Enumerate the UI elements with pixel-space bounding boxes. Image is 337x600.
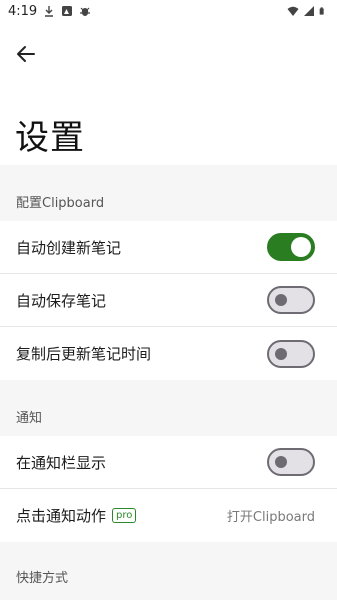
setting-label: 点击通知动作 — [16, 507, 107, 525]
download-icon — [45, 6, 54, 17]
setting-value: 打开Clipboard — [226, 510, 315, 525]
auto-create-switch[interactable] — [267, 233, 315, 261]
setting-label: 复制后更新笔记时间 — [16, 345, 152, 363]
setting-label: 自动保存笔记 — [16, 291, 107, 310]
signal-icon — [304, 6, 314, 16]
wifi-icon — [287, 6, 299, 16]
arrow-left-icon — [17, 46, 35, 62]
app-bar: 设置 — [0, 22, 337, 165]
setting-label: 在通知栏显示 — [16, 453, 107, 472]
status-bar: 4:19 — [0, 0, 337, 22]
setting-row-show-in-notification-bar[interactable]: 在通知栏显示 — [0, 436, 337, 488]
update-time-switch[interactable] — [267, 339, 315, 368]
setting-label-with-badge: 点击通知动作 pro — [16, 505, 137, 526]
auto-save-switch[interactable] — [267, 286, 315, 314]
section-header-shortcuts: 快捷方式 — [16, 571, 69, 586]
status-time: 4:19 — [8, 3, 38, 19]
setting-row-auto-save[interactable]: 自动保存笔记 — [0, 273, 337, 326]
setting-row-notification-tap-action[interactable]: 点击通知动作 pro 打开Clipboard — [0, 488, 337, 542]
setting-row-auto-create[interactable]: 自动创建新笔记 — [0, 221, 337, 273]
section-header-configure: 配置Clipboard — [16, 196, 105, 211]
setting-label: 自动创建新笔记 — [16, 238, 122, 257]
switch-thumb — [275, 294, 287, 306]
pro-badge: pro — [112, 508, 137, 523]
setting-row-update-time[interactable]: 复制后更新笔记时间 — [0, 326, 337, 380]
switch-thumb — [275, 456, 287, 468]
bug-icon — [80, 7, 91, 16]
back-button[interactable] — [10, 38, 42, 70]
section-header-notifications: 通知 — [16, 411, 43, 426]
notification-bar-switch[interactable] — [267, 448, 315, 476]
battery-icon — [319, 7, 324, 15]
page-title: 设置 — [15, 118, 85, 158]
image-notification-icon — [62, 6, 73, 16]
switch-thumb — [275, 347, 287, 360]
switch-thumb — [291, 237, 311, 257]
